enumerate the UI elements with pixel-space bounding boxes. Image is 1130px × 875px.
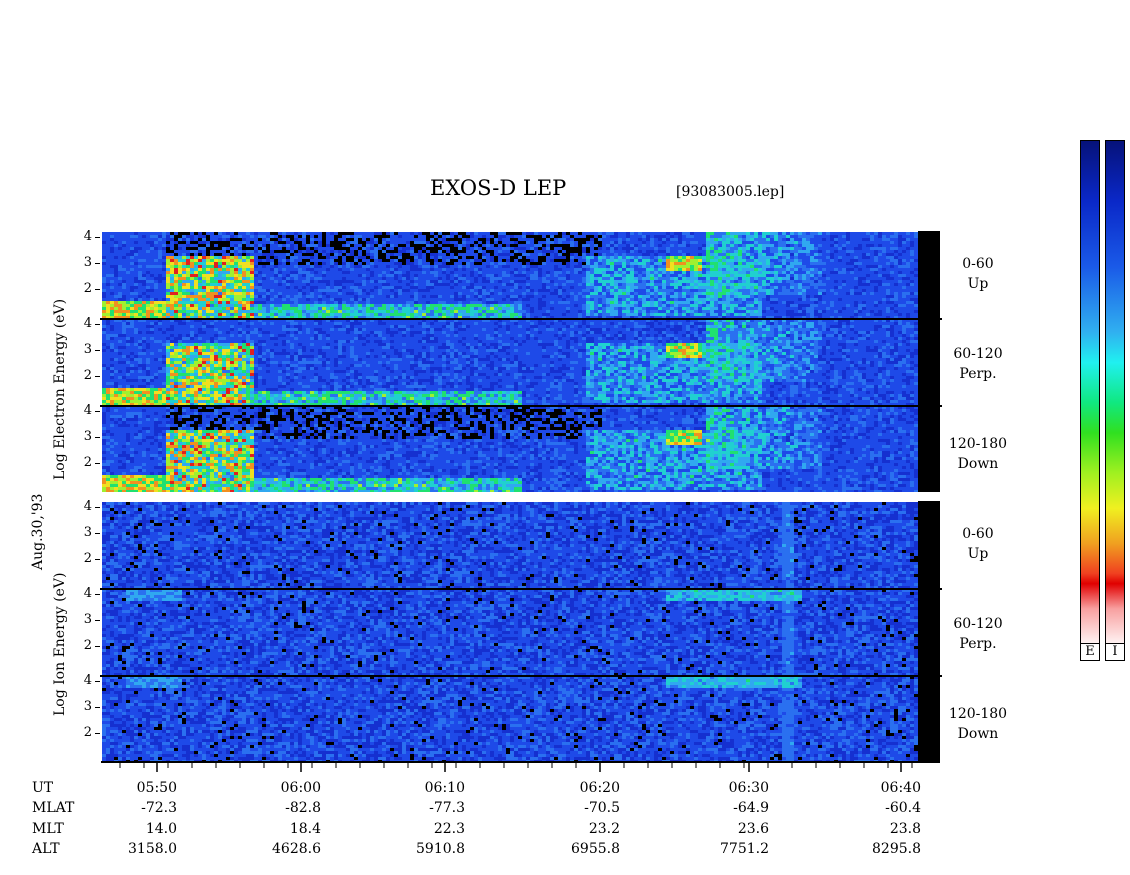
pitch-angle-label: 120-180 Down [938, 434, 1018, 474]
pitch-angle-label: 120-180 Down [938, 704, 1018, 744]
y-tick-label: 3 [78, 699, 92, 714]
file-name: [93083005.lep] [676, 184, 784, 200]
x-row-value: 14.0 [87, 821, 177, 837]
x-row-value: -77.3 [375, 800, 465, 816]
ion-spectrogram-panel [102, 589, 918, 675]
panel-separator [100, 405, 942, 407]
ion-colorbar [1105, 140, 1125, 645]
y-tick [95, 646, 100, 647]
y-tick-label: 4 [78, 316, 92, 331]
y-tick-label: 2 [78, 281, 92, 296]
y-tick [95, 324, 100, 325]
y-tick [95, 350, 100, 351]
y-tick-label: 2 [78, 638, 92, 653]
x-row-value: 3158.0 [87, 841, 177, 857]
y-tick-label: 3 [78, 612, 92, 627]
y-tick [95, 707, 100, 708]
x-row-value: 22.3 [375, 821, 465, 837]
pitch-angle-label: 0-60 Up [938, 524, 1018, 564]
y-tick-label: 2 [78, 551, 92, 566]
ion-colorbar-label: I [1105, 643, 1125, 661]
y-tick [95, 376, 100, 377]
pitch-angle-label: 0-60 Up [938, 254, 1018, 294]
panel-separator [100, 675, 942, 677]
y-tick [95, 289, 100, 290]
x-row-value: 7751.2 [679, 841, 769, 857]
x-row-value: 8295.8 [831, 841, 921, 857]
x-row-value: 05:50 [87, 780, 177, 796]
panel-separator [100, 492, 942, 500]
x-axis [101, 761, 940, 772]
y-tick [95, 411, 100, 412]
x-row-value: -70.5 [530, 800, 620, 816]
y-tick-label: 4 [78, 586, 92, 601]
x-row-label: MLAT [32, 800, 74, 816]
x-row-value: 06:40 [831, 780, 921, 796]
x-row-value: 23.8 [831, 821, 921, 837]
y-tick [95, 594, 100, 595]
chart-title: EXOS-D LEP [430, 176, 566, 200]
panel-separator [100, 318, 942, 320]
x-row-label: ALT [32, 841, 60, 857]
ion-spectrogram-panel [102, 502, 918, 588]
y-tick-label: 3 [78, 525, 92, 540]
y-tick [95, 237, 100, 238]
electron-energy-axis-label: Log Electron Energy (eV) [52, 299, 68, 480]
y-tick-label: 3 [78, 429, 92, 444]
x-row-value: -60.4 [831, 800, 921, 816]
x-row-label: MLT [32, 821, 64, 837]
electron-data-gap [918, 231, 940, 492]
x-row-value: 06:30 [679, 780, 769, 796]
y-tick-label: 4 [78, 403, 92, 418]
y-tick [95, 437, 100, 438]
x-row-value: 06:10 [375, 780, 465, 796]
x-row-value: 06:20 [530, 780, 620, 796]
x-row-value: 5910.8 [375, 841, 465, 857]
x-row-value: 18.4 [231, 821, 321, 837]
y-tick [95, 733, 100, 734]
x-row-value: 6955.8 [530, 841, 620, 857]
y-tick [95, 263, 100, 264]
x-row-value: 23.6 [679, 821, 769, 837]
x-row-value: 4628.6 [231, 841, 321, 857]
ion-data-gap [918, 501, 940, 762]
ion-spectrogram-panel [102, 676, 918, 762]
x-row-label: UT [32, 780, 53, 796]
y-tick-label: 4 [78, 673, 92, 688]
y-tick-label: 2 [78, 455, 92, 470]
x-row-value: 06:00 [231, 780, 321, 796]
y-tick [95, 463, 100, 464]
y-tick [95, 533, 100, 534]
electron-spectrogram-panel [102, 319, 918, 405]
y-tick-label: 2 [78, 368, 92, 383]
pitch-angle-label: 60-120 Perp. [938, 614, 1018, 654]
y-tick-label: 4 [78, 499, 92, 514]
x-row-value: -72.3 [87, 800, 177, 816]
y-tick-label: 3 [78, 342, 92, 357]
y-tick [95, 681, 100, 682]
date-label: Aug.30,'93 [30, 494, 46, 570]
electron-colorbar-label: E [1080, 643, 1100, 661]
y-tick-label: 2 [78, 725, 92, 740]
ion-energy-axis-label: Log Ion Energy (eV) [52, 573, 68, 716]
y-tick [95, 559, 100, 560]
pitch-angle-label: 60-120 Perp. [938, 344, 1018, 384]
y-tick [95, 620, 100, 621]
y-tick [95, 507, 100, 508]
electron-spectrogram-panel [102, 406, 918, 492]
y-tick-label: 4 [78, 229, 92, 244]
x-row-value: -64.9 [679, 800, 769, 816]
y-tick-label: 3 [78, 255, 92, 270]
x-row-value: -82.8 [231, 800, 321, 816]
x-row-value: 23.2 [530, 821, 620, 837]
electron-spectrogram-panel [102, 232, 918, 318]
electron-colorbar [1080, 140, 1100, 645]
panel-separator [100, 588, 942, 590]
